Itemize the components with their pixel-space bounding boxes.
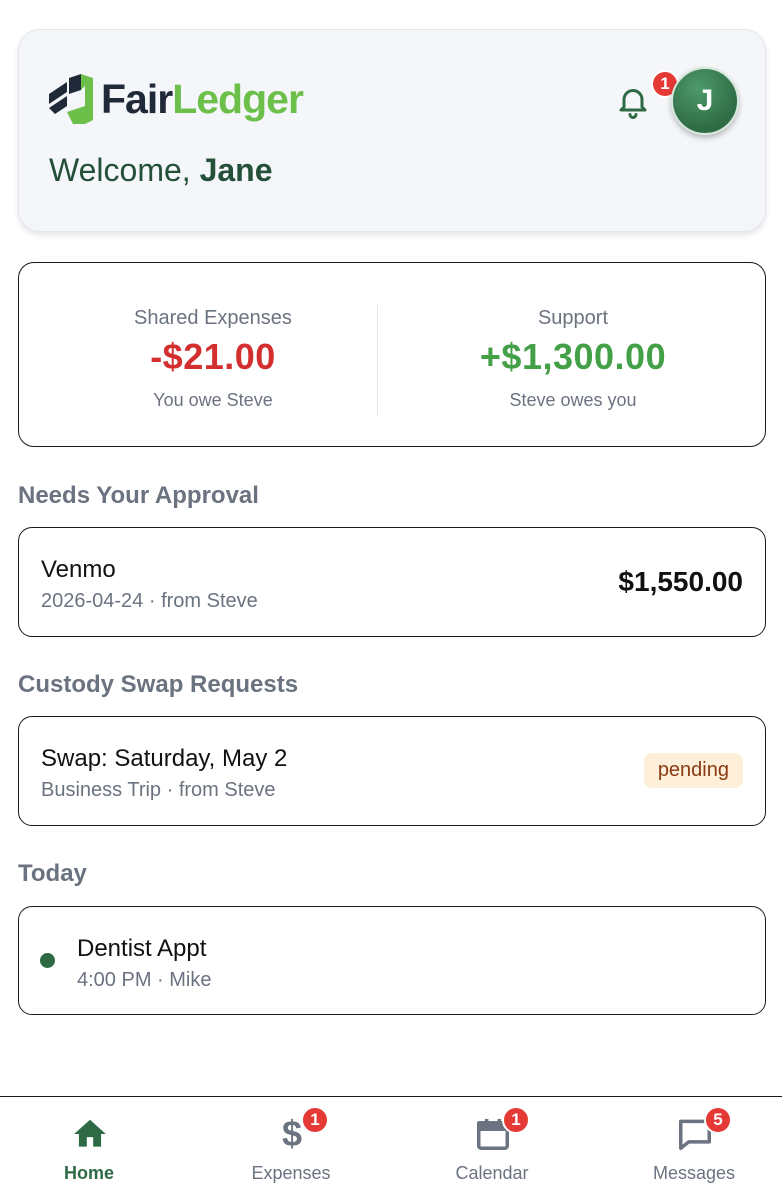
nav-expenses-label: Expenses	[251, 1163, 331, 1183]
logo-mark-icon	[49, 74, 93, 124]
nav-home[interactable]: Home	[0, 1097, 187, 1200]
avatar[interactable]: J	[671, 67, 739, 135]
support-label: Support	[537, 307, 609, 329]
nav-messages[interactable]: 5 Messages	[596, 1097, 782, 1200]
support-subtitle: Steve owes you	[509, 390, 637, 410]
notifications-button[interactable]: 1	[615, 70, 679, 120]
nav-home-label: Home	[63, 1163, 114, 1183]
status-badge: pending	[643, 753, 743, 788]
user-name: Jane	[199, 152, 273, 188]
header-card: FairLedger Welcome, Jane 1 J	[18, 29, 766, 232]
messages-badge: 5	[704, 1106, 732, 1134]
home-icon	[71, 1115, 109, 1153]
shared-expenses-label: Shared Expenses	[134, 307, 292, 329]
brand-name-ledger: Ledger	[172, 75, 304, 122]
approval-item-title: Venmo	[41, 556, 116, 583]
welcome-message: Welcome, Jane	[49, 152, 273, 189]
custody-swap-subtitle: Business Trip · from Steve	[41, 779, 276, 801]
custody-section-title: Custody Swap Requests	[18, 671, 299, 698]
approval-item-amount: $1,550.00	[618, 566, 743, 597]
custody-swap-title: Swap: Saturday, May 2	[41, 745, 288, 772]
brand-name: FairLedger	[101, 75, 304, 122]
nav-messages-label: Messages	[652, 1163, 736, 1183]
summary-divider	[377, 305, 378, 417]
bottom-nav: Home $ 1 Expenses 1 Calendar 5 Messages	[0, 1096, 782, 1200]
event-subtitle: 4:00 PM · Mike	[77, 969, 212, 991]
shared-expenses-amount: -$21.00	[150, 336, 276, 377]
expenses-badge: 1	[301, 1106, 329, 1134]
today-event-item[interactable]: Dentist Appt 4:00 PM · Mike	[18, 906, 766, 1015]
support-amount: +$1,300.00	[479, 336, 667, 377]
nav-calendar[interactable]: 1 Calendar	[394, 1097, 590, 1200]
event-dot-icon	[40, 953, 55, 968]
support-summary[interactable]: Support +$1,300.00 Steve owes you	[393, 307, 753, 411]
brand-name-fair: Fair	[101, 75, 173, 122]
fairledger-logo: FairLedger	[47, 72, 304, 126]
event-title: Dentist Appt	[77, 935, 207, 962]
balance-summary-card: Shared Expenses -$21.00 You owe Steve Su…	[18, 262, 766, 447]
calendar-badge: 1	[502, 1106, 530, 1134]
shared-expenses-subtitle: You owe Steve	[153, 390, 273, 410]
welcome-prefix: Welcome,	[49, 152, 200, 188]
approval-item-subtitle: 2026-04-24 · from Steve	[41, 590, 258, 612]
shared-expenses-summary[interactable]: Shared Expenses -$21.00 You owe Steve	[33, 307, 393, 411]
bell-icon	[619, 89, 647, 119]
approval-section-title: Needs Your Approval	[18, 482, 259, 509]
custody-swap-item[interactable]: Swap: Saturday, May 2 Business Trip · fr…	[18, 716, 766, 826]
nav-calendar-label: Calendar	[455, 1163, 529, 1183]
approval-item[interactable]: Venmo 2026-04-24 · from Steve $1,550.00	[18, 527, 766, 637]
nav-expenses[interactable]: $ 1 Expenses	[193, 1097, 389, 1200]
today-section-title: Today	[18, 860, 87, 887]
